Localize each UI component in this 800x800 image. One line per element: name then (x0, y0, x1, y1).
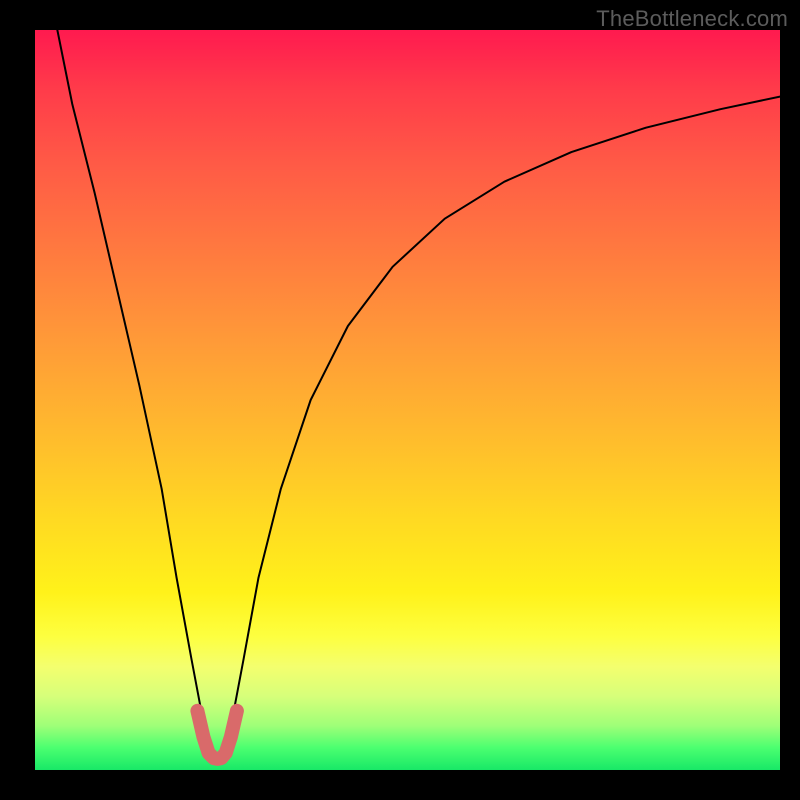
bottleneck-curve (57, 30, 780, 759)
chart-svg (35, 30, 780, 770)
plot-area (35, 30, 780, 770)
chart-frame: TheBottleneck.com (0, 0, 800, 800)
watermark-text: TheBottleneck.com (596, 6, 788, 32)
minimum-highlight (197, 711, 236, 759)
